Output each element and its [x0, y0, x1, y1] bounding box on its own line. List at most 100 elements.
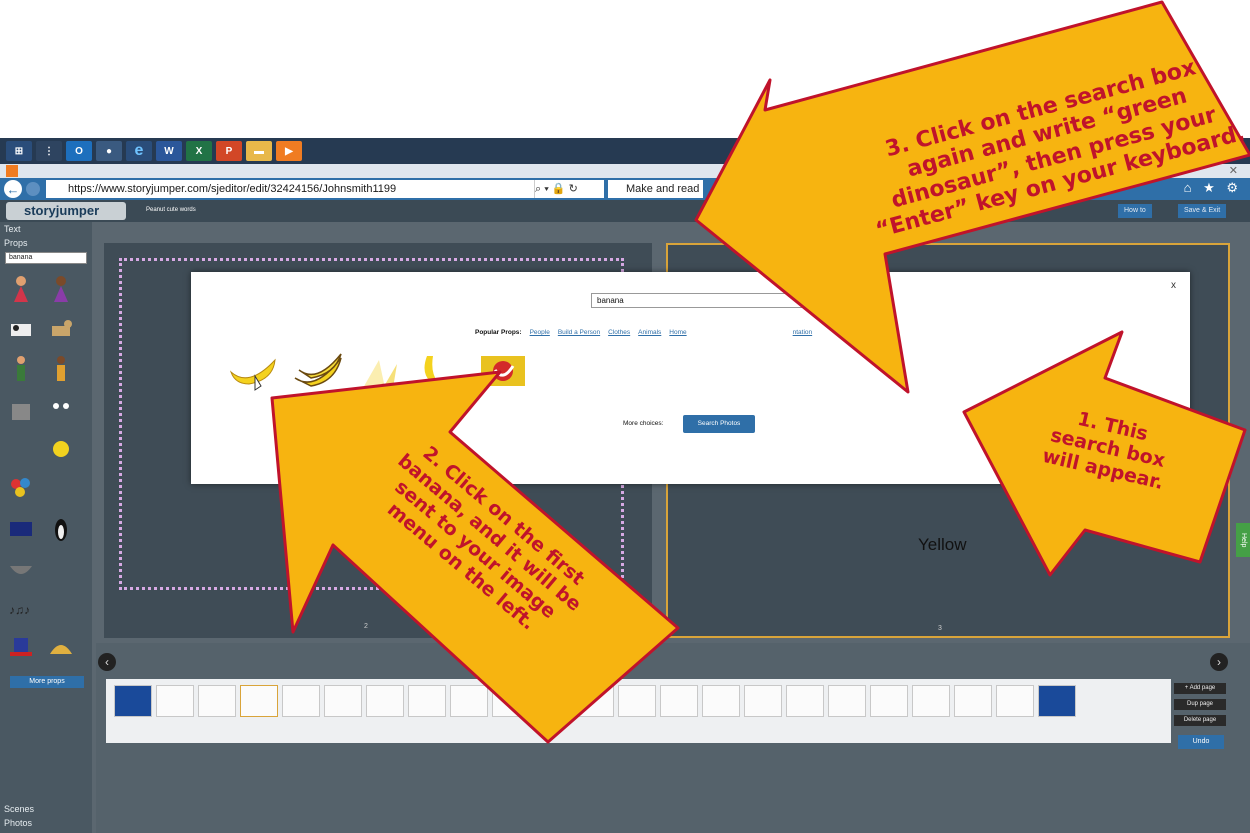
page-thumb[interactable]: [912, 685, 950, 717]
banana-result-5[interactable]: [479, 352, 529, 392]
page-thumb[interactable]: [786, 685, 824, 717]
more-choices-label: More choices:: [623, 420, 664, 427]
page-thumb[interactable]: [156, 685, 194, 717]
page-strip: ‹ › + Add page Dup page Delete page Undo: [96, 643, 1250, 833]
page-thumb[interactable]: [450, 685, 488, 717]
excel-icon[interactable]: X: [186, 141, 212, 161]
page-thumb[interactable]: [240, 685, 278, 717]
prop-boy-2[interactable]: [48, 354, 74, 384]
prop-music-notes[interactable]: ♪♫♪: [8, 594, 34, 624]
story-title[interactable]: Peanut cute words: [146, 207, 196, 213]
how-to-button[interactable]: How to: [1118, 204, 1152, 218]
app-icon: [6, 165, 18, 177]
address-controls[interactable]: ⌕ ▾ 🔒 ↻: [534, 180, 604, 198]
prop-girl-purple[interactable]: [48, 274, 74, 304]
banana-result-1[interactable]: [227, 352, 285, 392]
page-thumb[interactable]: [408, 685, 446, 717]
banana-result-3[interactable]: [353, 352, 411, 392]
link-hidden[interactable]: [695, 329, 785, 336]
prop-penguin[interactable]: [48, 514, 74, 544]
prop-taco[interactable]: [48, 632, 74, 662]
start-icon[interactable]: ⊞: [6, 141, 32, 161]
more-props-button[interactable]: More props: [10, 676, 84, 688]
screenshot-stage: ⊞ ⋮ O ● e W X P ▬ ▶ M ✕ ← https://www.st…: [0, 0, 1250, 833]
page-thumb[interactable]: [114, 685, 152, 717]
link-home[interactable]: Home: [669, 329, 686, 336]
page-text-yellow[interactable]: Yellow: [918, 535, 967, 555]
link-people[interactable]: People: [530, 329, 550, 336]
page-thumb[interactable]: [366, 685, 404, 717]
prop-sun[interactable]: [48, 434, 74, 464]
prop-cat[interactable]: [8, 394, 34, 424]
strip-prev-icon[interactable]: ‹: [98, 653, 116, 671]
page-thumb[interactable]: [618, 685, 656, 717]
page-thumb[interactable]: [282, 685, 320, 717]
page-thumb[interactable]: [324, 685, 362, 717]
save-exit-button[interactable]: Save & Exit: [1178, 204, 1227, 218]
popular-props-label: Popular Props:: [475, 329, 522, 336]
link-build-a-person[interactable]: Build a Person: [558, 329, 600, 336]
page-thumb[interactable]: [1038, 685, 1076, 717]
page-thumb[interactable]: [828, 685, 866, 717]
page-thumb[interactable]: [996, 685, 1034, 717]
dup-page-button[interactable]: Dup page: [1174, 699, 1226, 710]
add-page-button[interactable]: + Add page: [1174, 683, 1226, 694]
address-bar[interactable]: https://www.storyjumper.com/sjeditor/edi…: [46, 180, 534, 198]
page-thumb[interactable]: [660, 685, 698, 717]
banana-result-2[interactable]: [291, 352, 349, 392]
undo-button[interactable]: Undo: [1178, 735, 1224, 749]
prop-search-modal: banana x Popular Props: People Build a P…: [191, 272, 1190, 484]
modal-search-input[interactable]: banana: [591, 293, 806, 308]
page-thumb[interactable]: [534, 685, 572, 717]
outlook-icon[interactable]: O: [66, 141, 92, 161]
back-arrow-icon[interactable]: ←: [4, 180, 22, 198]
strip-next-icon[interactable]: ›: [1210, 653, 1228, 671]
app-header: storyjumper Peanut cute words How to Sav…: [0, 200, 1250, 222]
page-thumb[interactable]: [492, 685, 530, 717]
apps-icon[interactable]: ⋮: [36, 141, 62, 161]
home-favorites-settings-icons[interactable]: ⌂ ★ ⚙: [1184, 180, 1242, 196]
link-transportation[interactable]: ntation: [793, 329, 813, 336]
page-thumb[interactable]: [576, 685, 614, 717]
ie-icon[interactable]: e: [126, 141, 152, 161]
page-thumb[interactable]: [198, 685, 236, 717]
help-tab[interactable]: Help: [1236, 523, 1250, 557]
prop-hat[interactable]: [8, 632, 34, 662]
banana-result-4[interactable]: [413, 352, 471, 392]
prop-bowl[interactable]: [8, 554, 34, 584]
props-sidebar: Text Props banana ♪♫♪ More props Scenes …: [0, 222, 92, 833]
media-icon[interactable]: ▶: [276, 141, 302, 161]
prop-cow[interactable]: [8, 314, 34, 344]
search-photos-button[interactable]: Search Photos: [683, 415, 755, 433]
delete-page-button[interactable]: Delete page: [1174, 715, 1226, 726]
prop-dog[interactable]: [48, 314, 74, 344]
popular-props-links: Popular Props: People Build a Person Clo…: [475, 329, 812, 336]
modal-close-button[interactable]: x: [1171, 280, 1176, 291]
page-thumb[interactable]: [870, 685, 908, 717]
page-thumb[interactable]: [954, 685, 992, 717]
photos-tab[interactable]: Photos: [4, 818, 32, 828]
prop-balloons[interactable]: [8, 474, 34, 504]
desktop-screen: ⊞ ⋮ O ● e W X P ▬ ▶ M ✕ ← https://www.st…: [0, 138, 1250, 833]
close-icon[interactable]: ✕: [1229, 164, 1238, 177]
browser-tab[interactable]: Make and read: [608, 180, 703, 198]
scenes-tab[interactable]: Scenes: [4, 804, 34, 814]
word-icon[interactable]: W: [156, 141, 182, 161]
prop-flag[interactable]: [8, 514, 34, 544]
storyjumper-logo: storyjumper: [6, 202, 126, 220]
prop-eyes[interactable]: [48, 394, 74, 424]
forward-arrow-icon[interactable]: [26, 182, 40, 196]
right-page-number: 3: [938, 625, 942, 632]
prop-boy[interactable]: [8, 354, 34, 384]
prop-girl[interactable]: [8, 274, 34, 304]
link-clothes[interactable]: Clothes: [608, 329, 630, 336]
page-thumb[interactable]: [744, 685, 782, 717]
page-thumb[interactable]: [702, 685, 740, 717]
folder-icon[interactable]: ▬: [246, 141, 272, 161]
text-tab[interactable]: Text: [4, 224, 21, 234]
sidebar-search-input[interactable]: banana: [5, 252, 87, 264]
chrome-icon[interactable]: ●: [96, 141, 122, 161]
powerpoint-icon[interactable]: P: [216, 141, 242, 161]
props-tab[interactable]: Props: [4, 238, 28, 248]
link-animals[interactable]: Animals: [638, 329, 661, 336]
